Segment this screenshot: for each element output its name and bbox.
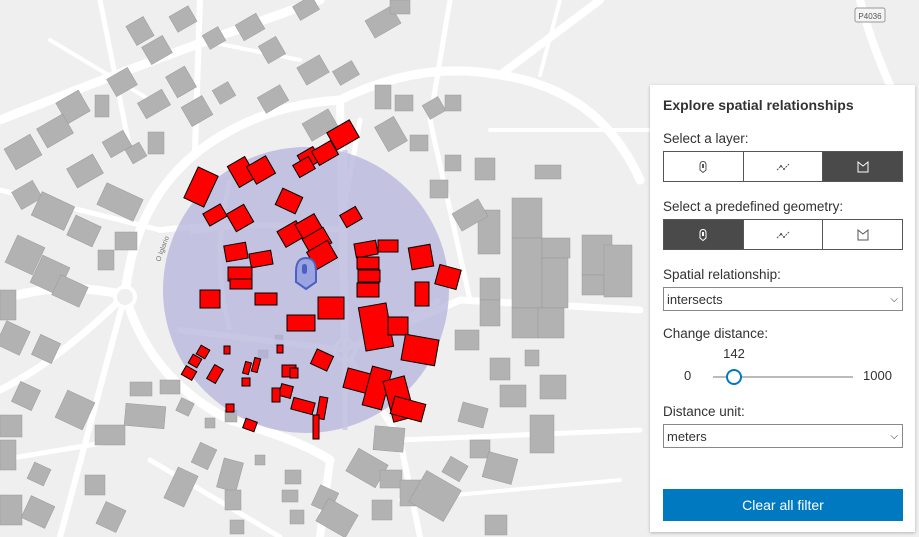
unit-value: meters <box>667 428 707 444</box>
location-pin-icon[interactable] <box>295 256 317 291</box>
layer-polyline-button[interactable] <box>743 152 824 181</box>
distance-label: Change distance: <box>663 326 769 341</box>
layer-point-button[interactable] <box>664 152 744 181</box>
geometry-point-button[interactable] <box>664 220 744 249</box>
road-shield-label: P4036 <box>858 12 882 21</box>
distance-min: 0 <box>684 368 692 383</box>
geometry-polygon-button[interactable] <box>823 220 903 249</box>
relationship-label: Spatial relationship: <box>663 267 781 282</box>
polyline-icon <box>776 163 790 170</box>
spatial-panel: Explore spatial relationships Select a l… <box>650 85 915 532</box>
relationship-select[interactable]: intersects ⌵ <box>663 287 903 311</box>
point-icon <box>699 228 707 241</box>
panel-title: Explore spatial relationships <box>663 97 854 113</box>
polygon-icon <box>857 228 869 240</box>
layer-label: Select a layer: <box>663 131 749 146</box>
geometry-polyline-button[interactable] <box>743 220 824 249</box>
geometry-label: Select a predefined geometry: <box>663 199 844 214</box>
relationship-value: intersects <box>667 291 723 307</box>
layer-selector <box>663 151 903 182</box>
distance-max: 1000 <box>863 368 892 383</box>
polygon-icon <box>857 160 869 172</box>
clear-filter-button[interactable]: Clear all filter <box>663 489 903 521</box>
geometry-selector <box>663 219 903 250</box>
chevron-down-icon: ⌵ <box>890 430 898 442</box>
chevron-down-icon: ⌵ <box>890 293 898 305</box>
unit-label: Distance unit: <box>663 404 745 419</box>
distance-value: 142 <box>723 346 745 361</box>
slider-thumb[interactable] <box>726 369 742 385</box>
layer-polygon-button[interactable] <box>823 152 903 181</box>
distance-slider: 142 0 1000 <box>663 346 903 396</box>
polyline-icon <box>776 231 790 238</box>
point-icon <box>699 160 707 173</box>
unit-select[interactable]: meters ⌵ <box>663 424 903 448</box>
road-shield: P4036 <box>854 7 886 23</box>
